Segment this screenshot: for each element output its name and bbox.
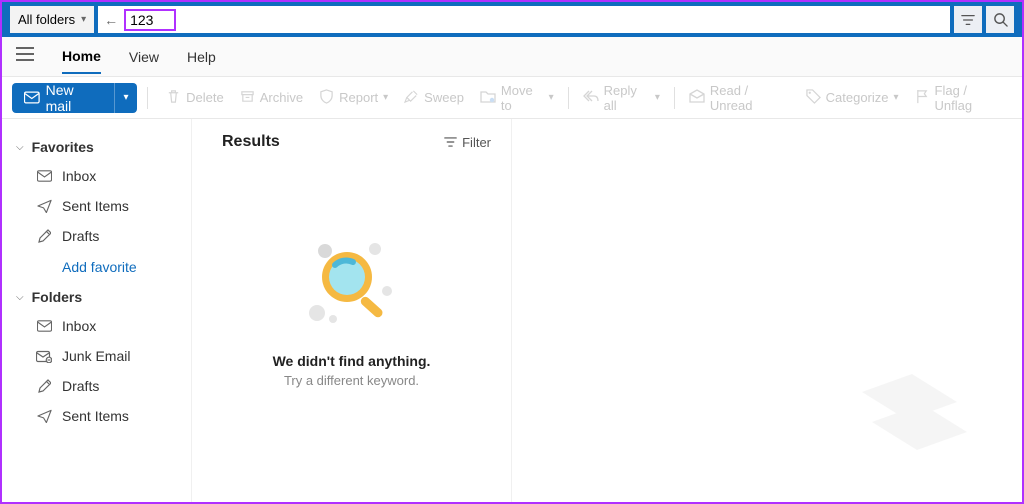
toolbar-archive-button[interactable]: Archive bbox=[232, 85, 311, 111]
new-mail-button[interactable]: New mail bbox=[12, 83, 114, 113]
results-filter-label: Filter bbox=[462, 135, 491, 150]
sent-icon bbox=[36, 409, 52, 423]
envelope-watermark-icon bbox=[842, 352, 992, 472]
search-field-container[interactable]: ← bbox=[98, 6, 950, 33]
toolbar-item-label: Read / Unread bbox=[710, 83, 790, 113]
sidebar-section-label: Favorites bbox=[32, 139, 94, 155]
sidebar-item-sent-items[interactable]: Sent Items bbox=[10, 401, 187, 431]
toolbar-move-to-button[interactable]: Move to ▾ bbox=[472, 79, 562, 117]
sidebar: ⌵ Favorites Inbox Sent Items Drafts Add favor… bbox=[2, 119, 192, 502]
sidebar-item-label: Drafts bbox=[62, 228, 99, 244]
toolbar-read-unread-button[interactable]: Read / Unread bbox=[681, 79, 798, 117]
new-mail-dropdown[interactable]: ▾ bbox=[114, 83, 137, 113]
toolbar-flag-unflag-button[interactable]: Flag / Unflag bbox=[907, 79, 1012, 117]
sidebar-section-favorites[interactable]: ⌵ Favorites bbox=[10, 133, 187, 161]
search-icon bbox=[993, 12, 1008, 27]
search-filters-button[interactable] bbox=[954, 6, 982, 33]
toolbar-item-label: Sweep bbox=[424, 90, 464, 105]
toolbar-item-label: Report bbox=[339, 90, 378, 105]
junk-icon bbox=[36, 350, 52, 363]
chevron-down-icon: ▾ bbox=[383, 92, 388, 103]
tab-view[interactable]: View bbox=[129, 41, 159, 73]
sidebar-item-drafts[interactable]: Drafts bbox=[10, 371, 187, 401]
results-header: Results Filter bbox=[192, 119, 511, 161]
sidebar-item-junk-email[interactable]: Junk Email bbox=[10, 341, 187, 371]
top-search-bar: All folders ▾ ← bbox=[2, 2, 1022, 37]
results-filter-button[interactable]: Filter bbox=[444, 135, 491, 150]
sidebar-item-inbox[interactable]: Inbox bbox=[10, 311, 187, 341]
broom-icon bbox=[404, 89, 419, 107]
toolbar-separator bbox=[147, 87, 148, 109]
search-scope-label: All folders bbox=[18, 12, 75, 27]
new-mail-split-button: New mail ▾ bbox=[12, 83, 137, 113]
sidebar-item-drafts[interactable]: Drafts bbox=[10, 221, 187, 251]
sent-icon bbox=[36, 199, 52, 213]
search-empty-illustration bbox=[297, 235, 407, 335]
add-favorite-link[interactable]: Add favorite bbox=[10, 251, 187, 283]
folder-move-icon bbox=[480, 89, 496, 107]
sidebar-item-sent-items[interactable]: Sent Items bbox=[10, 191, 187, 221]
filter-icon bbox=[444, 136, 457, 148]
archive-icon bbox=[240, 89, 255, 107]
filter-lines-icon bbox=[961, 13, 975, 27]
toolbar-report-button[interactable]: Report ▾ bbox=[311, 85, 396, 111]
draft-icon bbox=[36, 379, 52, 394]
inbox-icon bbox=[36, 170, 52, 182]
sidebar-item-label: Sent Items bbox=[62, 408, 129, 424]
hamburger-icon[interactable] bbox=[16, 47, 34, 66]
mail-read-icon bbox=[689, 89, 705, 106]
chevron-down-icon: ▾ bbox=[549, 92, 554, 103]
chevron-down-icon: ⌵ bbox=[16, 292, 24, 303]
toolbar: New mail ▾ Delete Archive Report ▾ Sweep Move… bbox=[2, 77, 1022, 119]
sidebar-item-label: Junk Email bbox=[62, 348, 130, 364]
tab-help[interactable]: Help bbox=[187, 41, 216, 73]
toolbar-separator bbox=[674, 87, 675, 109]
trash-icon bbox=[166, 89, 181, 107]
toolbar-item-label: Flag / Unflag bbox=[935, 83, 1004, 113]
sidebar-item-inbox[interactable]: Inbox bbox=[10, 161, 187, 191]
shield-icon bbox=[319, 89, 334, 107]
sidebar-item-label: Sent Items bbox=[62, 198, 129, 214]
tag-icon bbox=[806, 89, 821, 107]
toolbar-item-label: Delete bbox=[186, 90, 224, 105]
main-area: ⌵ Favorites Inbox Sent Items Drafts Add favor… bbox=[2, 119, 1022, 502]
new-mail-label: New mail bbox=[46, 82, 102, 114]
draft-icon bbox=[36, 229, 52, 244]
results-title: Results bbox=[222, 133, 280, 151]
search-scope-dropdown[interactable]: All folders ▾ bbox=[10, 6, 94, 33]
toolbar-delete-button[interactable]: Delete bbox=[158, 85, 232, 111]
toolbar-categorize-button[interactable]: Categorize ▾ bbox=[798, 85, 907, 111]
mail-icon bbox=[24, 91, 40, 104]
menubar: Home View Help bbox=[2, 37, 1022, 77]
empty-subtext: Try a different keyword. bbox=[284, 373, 419, 388]
toolbar-item-label: Archive bbox=[260, 90, 303, 105]
search-input-highlight bbox=[124, 9, 176, 31]
flag-icon bbox=[915, 89, 930, 107]
sidebar-item-label: Inbox bbox=[62, 318, 96, 334]
chevron-down-icon: ▾ bbox=[655, 92, 660, 103]
toolbar-sweep-button[interactable]: Sweep bbox=[396, 85, 472, 111]
sidebar-section-label: Folders bbox=[32, 289, 83, 305]
toolbar-item-label: Categorize bbox=[826, 90, 889, 105]
empty-heading: We didn't find anything. bbox=[273, 353, 431, 369]
inbox-icon bbox=[36, 320, 52, 332]
toolbar-item-label: Move to bbox=[501, 83, 544, 113]
empty-state: We didn't find anything. Try a different… bbox=[192, 161, 511, 502]
reading-pane bbox=[512, 119, 1022, 502]
search-submit-button[interactable] bbox=[986, 6, 1014, 33]
sidebar-item-label: Drafts bbox=[62, 378, 99, 394]
sidebar-section-folders[interactable]: ⌵ Folders bbox=[10, 283, 187, 311]
toolbar-reply-all-button[interactable]: Reply all ▾ bbox=[575, 79, 668, 117]
sidebar-item-label: Inbox bbox=[62, 168, 96, 184]
search-input[interactable] bbox=[130, 12, 170, 28]
chevron-down-icon: ⌵ bbox=[16, 142, 24, 153]
tab-home[interactable]: Home bbox=[62, 40, 101, 74]
chevron-down-icon: ▾ bbox=[894, 92, 899, 103]
toolbar-separator bbox=[568, 87, 569, 109]
results-column: Results Filter We didn't find anything. … bbox=[192, 119, 512, 502]
back-arrow-icon[interactable]: ← bbox=[104, 12, 118, 28]
toolbar-item-label: Reply all bbox=[604, 83, 650, 113]
reply-all-icon bbox=[583, 89, 599, 106]
chevron-down-icon: ▾ bbox=[81, 14, 86, 25]
